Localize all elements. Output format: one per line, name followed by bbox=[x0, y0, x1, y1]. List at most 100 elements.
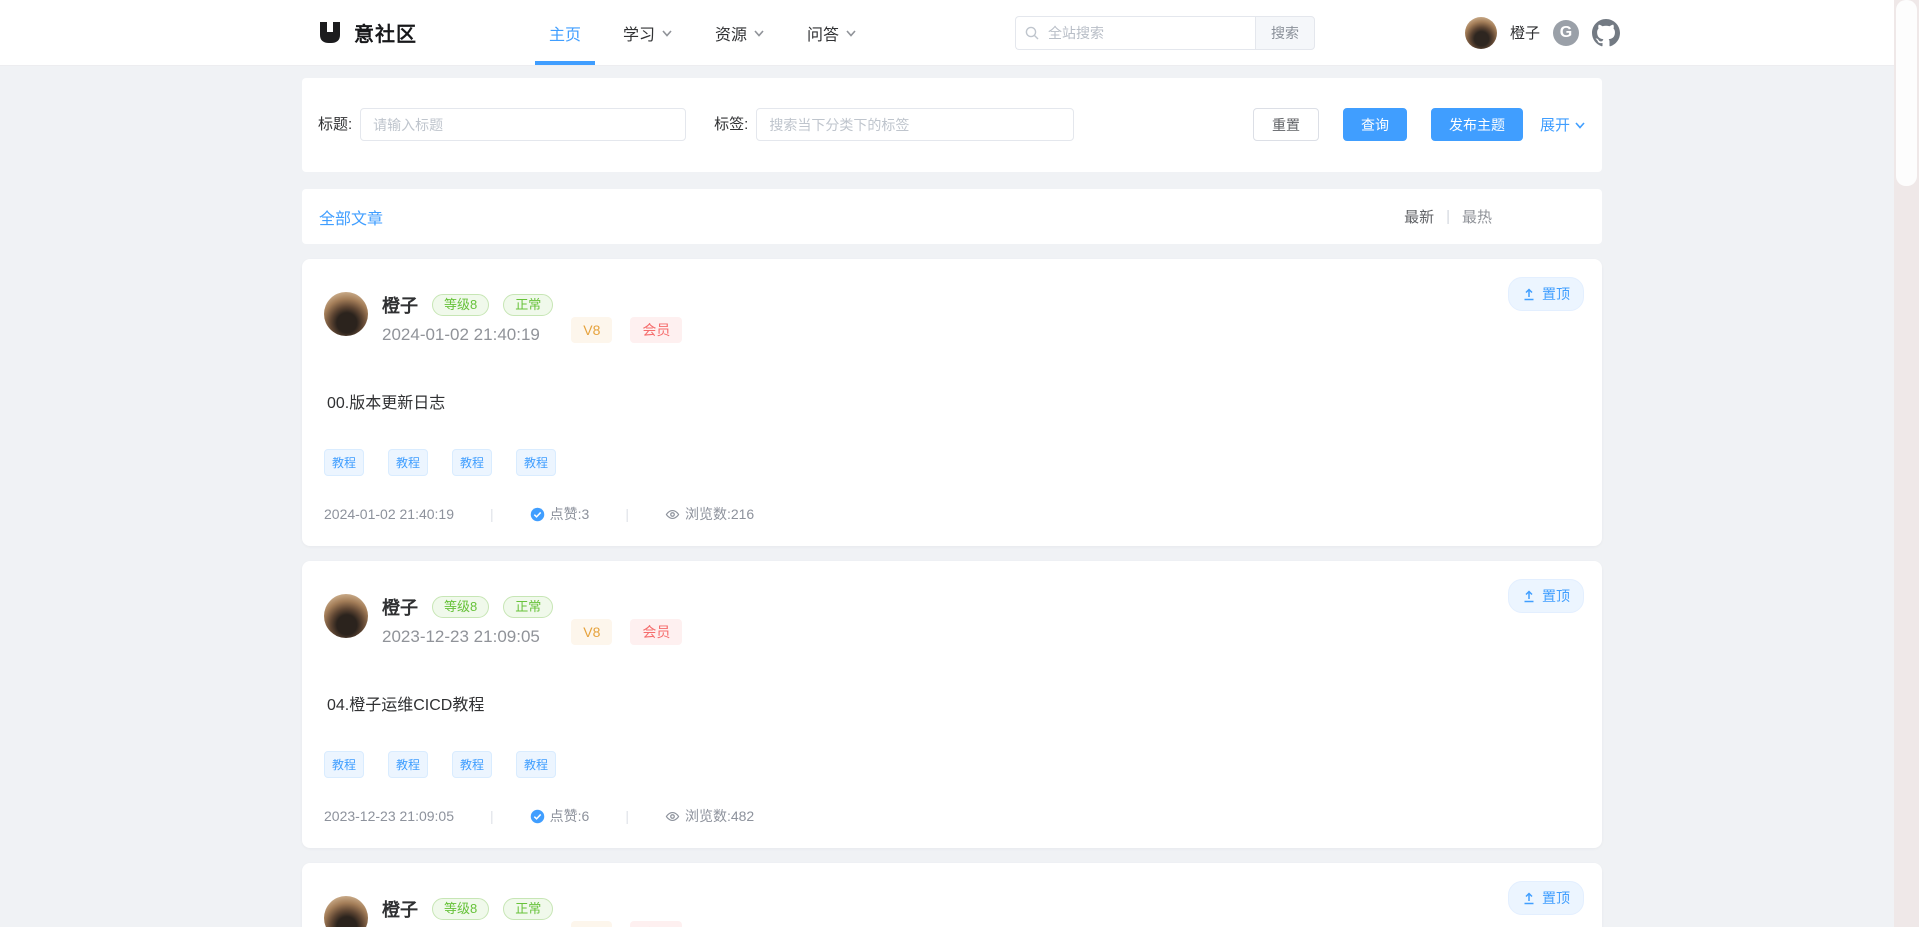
scrollbar-track[interactable] bbox=[1894, 0, 1919, 927]
level-badge: 等级8 bbox=[432, 898, 489, 920]
nav-item-learn[interactable]: 学习 bbox=[609, 0, 687, 65]
search-icon bbox=[1024, 25, 1040, 41]
footer-divider: | bbox=[490, 506, 494, 522]
post-datetime: 2024-01-02 21:40:19 bbox=[382, 325, 553, 345]
avatar[interactable] bbox=[324, 594, 368, 638]
likes-stat: 点赞:3 bbox=[530, 504, 590, 524]
posted-date: 2024-01-02 21:40:19 bbox=[324, 506, 454, 522]
post-card: 置顶 橙子 等级8 正常 2023-12-23 21:09:05 V8 会员 0… bbox=[302, 561, 1602, 848]
avatar[interactable] bbox=[324, 292, 368, 336]
nav-item-qa[interactable]: 问答 bbox=[793, 0, 871, 65]
community-logo-icon bbox=[316, 19, 344, 47]
user-area: 橙子 G bbox=[1465, 0, 1620, 65]
post-tag[interactable]: 教程 bbox=[516, 449, 556, 476]
pin-top-button[interactable]: 置顶 bbox=[1508, 579, 1584, 613]
query-button[interactable]: 查询 bbox=[1343, 108, 1407, 141]
likes-count: 点赞:3 bbox=[550, 504, 590, 524]
nav-label: 问答 bbox=[807, 21, 839, 45]
arrow-up-to-line-icon bbox=[1522, 891, 1536, 905]
post-title[interactable]: 00.版本更新日志 bbox=[327, 389, 1582, 413]
nav-label: 资源 bbox=[715, 21, 747, 45]
post-card: 置顶 橙子 等级8 正常 2024-01-02 21:40:19 V8 会员 0… bbox=[302, 259, 1602, 546]
check-circle-icon bbox=[530, 507, 545, 522]
post-tag[interactable]: 教程 bbox=[324, 751, 364, 778]
posted-date: 2023-12-23 21:09:05 bbox=[324, 808, 454, 824]
nav-item-home[interactable]: 主页 bbox=[535, 0, 595, 65]
username[interactable]: 橙子 bbox=[1510, 22, 1540, 43]
post-footer: 2024-01-02 21:40:19 | 点赞:3 | 浏览数:216 bbox=[324, 504, 1582, 524]
post-tags: 教程 教程 教程 教程 bbox=[324, 449, 1582, 476]
category-all-articles[interactable]: 全部文章 bbox=[319, 205, 383, 229]
sort-hottest[interactable]: 最热 bbox=[1462, 206, 1492, 227]
scrollbar-thumb[interactable] bbox=[1896, 0, 1917, 186]
expand-toggle[interactable]: 展开 bbox=[1540, 114, 1586, 135]
global-search: 搜索 bbox=[1015, 16, 1315, 50]
status-badge: 正常 bbox=[503, 898, 553, 920]
pin-label: 置顶 bbox=[1542, 284, 1570, 304]
tag-filter-input[interactable] bbox=[756, 108, 1074, 141]
eye-icon bbox=[665, 809, 680, 824]
github-icon[interactable] bbox=[1592, 19, 1620, 47]
views-count: 浏览数:482 bbox=[685, 806, 754, 826]
nav-label: 主页 bbox=[549, 21, 581, 45]
sort-newest[interactable]: 最新 bbox=[1404, 206, 1434, 227]
tag-filter-label: 标签: bbox=[714, 108, 748, 141]
main-content: 标题: 标签: 重置 查询 发布主题 展开 全部文章 最新 | 最热 置顶 bbox=[302, 78, 1602, 927]
brand-name: 意社区 bbox=[354, 18, 417, 47]
vip-badge: V8 bbox=[571, 921, 612, 927]
member-badge: 会员 bbox=[630, 921, 682, 927]
chevron-down-icon bbox=[1574, 119, 1586, 131]
level-badge: 等级8 bbox=[432, 596, 489, 618]
footer-divider: | bbox=[490, 808, 494, 824]
member-badge: 会员 bbox=[630, 317, 682, 343]
filter-bar: 标题: 标签: 重置 查询 发布主题 展开 bbox=[302, 78, 1602, 172]
title-filter-label: 标题: bbox=[318, 108, 352, 141]
status-badge: 正常 bbox=[503, 294, 553, 316]
chevron-down-icon bbox=[661, 27, 673, 39]
post-card: 置顶 橙子 等级8 正常 2023-12-16 15:22:38 V8 会员 bbox=[302, 863, 1602, 927]
post-author[interactable]: 橙子 bbox=[382, 896, 418, 922]
search-input[interactable] bbox=[1015, 16, 1255, 50]
post-tag[interactable]: 教程 bbox=[516, 751, 556, 778]
pin-top-button[interactable]: 置顶 bbox=[1508, 881, 1584, 915]
footer-divider: | bbox=[625, 506, 629, 522]
post-tag[interactable]: 教程 bbox=[324, 449, 364, 476]
expand-label: 展开 bbox=[1540, 114, 1570, 135]
search-button[interactable]: 搜索 bbox=[1255, 16, 1315, 50]
likes-count: 点赞:6 bbox=[550, 806, 590, 826]
title-filter-input[interactable] bbox=[360, 108, 686, 141]
reset-button[interactable]: 重置 bbox=[1253, 108, 1319, 141]
post-author[interactable]: 橙子 bbox=[382, 292, 418, 318]
nav-item-resources[interactable]: 资源 bbox=[701, 0, 779, 65]
avatar[interactable] bbox=[324, 896, 368, 927]
publish-topic-button[interactable]: 发布主题 bbox=[1431, 108, 1523, 141]
footer-divider: | bbox=[625, 808, 629, 824]
arrow-up-to-line-icon bbox=[1522, 589, 1536, 603]
post-tags: 教程 教程 教程 教程 bbox=[324, 751, 1582, 778]
vip-badge: V8 bbox=[571, 619, 612, 645]
likes-stat: 点赞:6 bbox=[530, 806, 590, 826]
main-nav: 主页 学习 资源 问答 bbox=[528, 0, 878, 65]
status-badge: 正常 bbox=[503, 596, 553, 618]
vip-badge: V8 bbox=[571, 317, 612, 343]
views-stat: 浏览数:482 bbox=[665, 806, 754, 826]
gitee-icon[interactable]: G bbox=[1553, 20, 1579, 46]
post-title[interactable]: 04.橙子运维CICD教程 bbox=[327, 691, 1582, 715]
post-datetime: 2023-12-23 21:09:05 bbox=[382, 627, 553, 647]
post-tag[interactable]: 教程 bbox=[452, 751, 492, 778]
arrow-up-to-line-icon bbox=[1522, 287, 1536, 301]
post-tag[interactable]: 教程 bbox=[452, 449, 492, 476]
check-circle-icon bbox=[530, 809, 545, 824]
post-footer: 2023-12-23 21:09:05 | 点赞:6 | 浏览数:482 bbox=[324, 806, 1582, 826]
views-count: 浏览数:216 bbox=[685, 504, 754, 524]
views-stat: 浏览数:216 bbox=[665, 504, 754, 524]
avatar[interactable] bbox=[1465, 17, 1497, 49]
post-tag[interactable]: 教程 bbox=[388, 751, 428, 778]
brand[interactable]: 意社区 bbox=[316, 0, 417, 65]
post-tag[interactable]: 教程 bbox=[388, 449, 428, 476]
pin-top-button[interactable]: 置顶 bbox=[1508, 277, 1584, 311]
eye-icon bbox=[665, 507, 680, 522]
nav-label: 学习 bbox=[623, 21, 655, 45]
post-author[interactable]: 橙子 bbox=[382, 594, 418, 620]
top-bar: 意社区 主页 学习 资源 问答 搜索 bbox=[0, 0, 1919, 66]
